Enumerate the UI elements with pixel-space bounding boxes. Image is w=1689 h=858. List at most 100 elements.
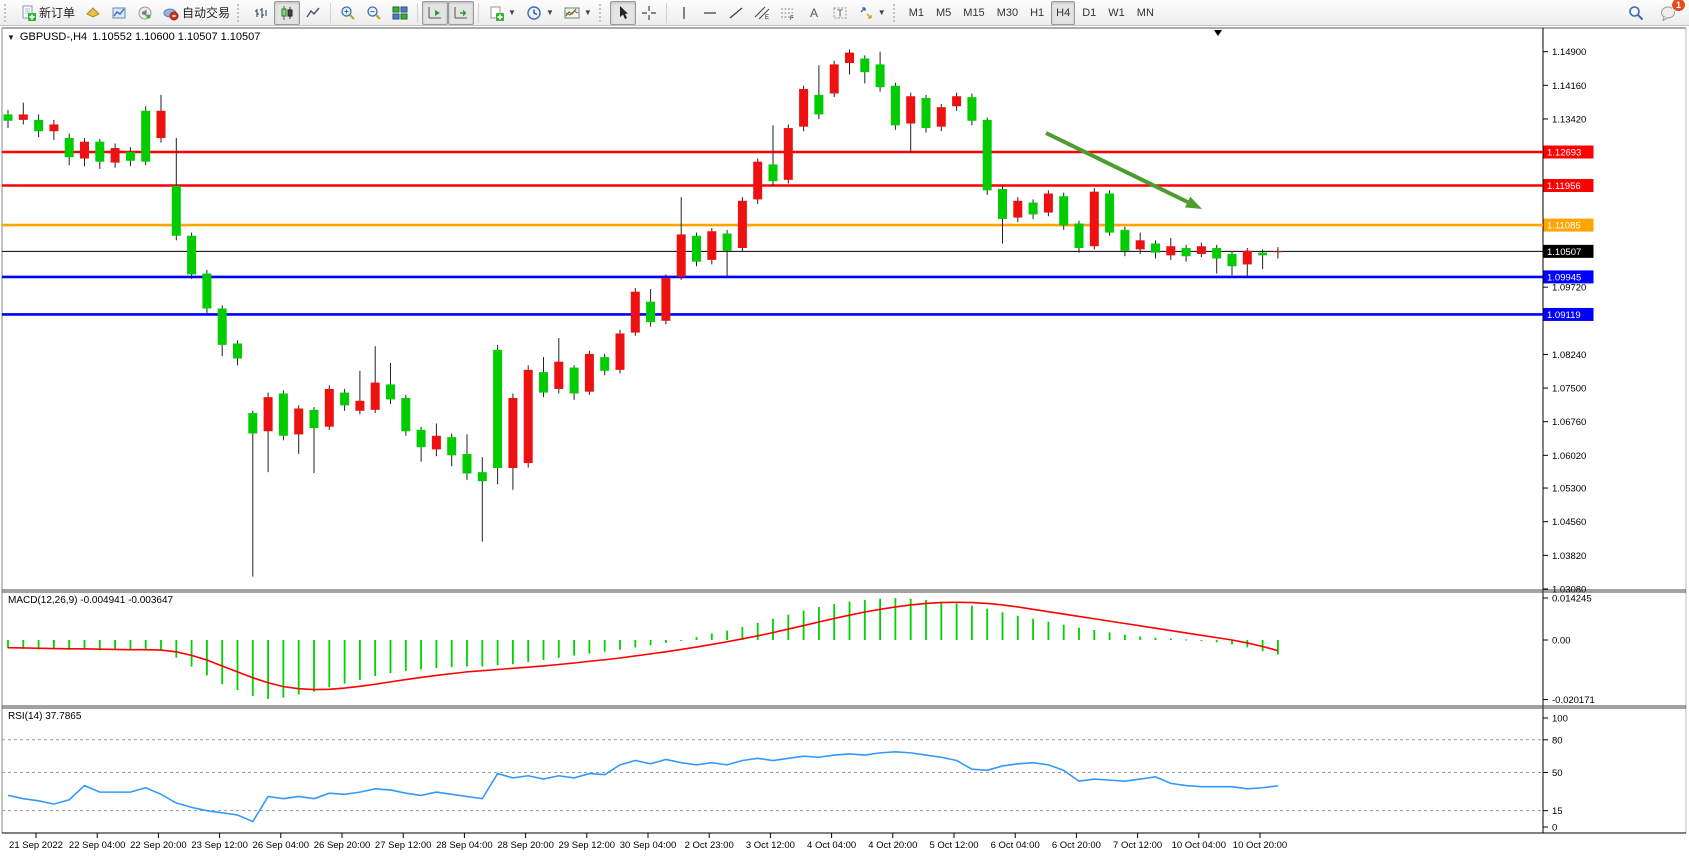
price-chart[interactable]: 1.149001.141601.134201.097201.082401.075… <box>0 26 1689 858</box>
auto-trading-button[interactable]: 自动交易 <box>158 1 235 25</box>
svg-text:2 Oct 23:00: 2 Oct 23:00 <box>685 840 734 851</box>
main-toolbar: 新订单 自动交易 <box>0 0 1689 26</box>
arrow-annotation <box>1046 133 1202 209</box>
rsi-indicator-label: RSI(14) 37.7865 <box>8 711 81 722</box>
svg-text:27 Sep 12:00: 27 Sep 12:00 <box>375 840 432 851</box>
svg-text:21 Sep 2022: 21 Sep 2022 <box>9 840 63 851</box>
chat-badge: 1 <box>1671 0 1686 12</box>
timeframe-m1-button[interactable]: M1 <box>904 1 929 25</box>
periodicity-button[interactable]: ▼ <box>521 1 559 25</box>
crosshair-button[interactable] <box>636 1 662 25</box>
text-icon: A <box>806 5 822 21</box>
timeframe-mn-button[interactable]: MN <box>1132 1 1159 25</box>
chart-shift-icon <box>453 5 469 21</box>
svg-text:1.14900: 1.14900 <box>1552 47 1586 58</box>
zoom-in-button[interactable] <box>335 1 361 25</box>
timeframe-h4-button[interactable]: H4 <box>1051 1 1075 25</box>
svg-text:10 Oct 20:00: 10 Oct 20:00 <box>1233 840 1287 851</box>
svg-text:1.09119: 1.09119 <box>1547 310 1581 321</box>
toolbar-handle[interactable] <box>599 4 606 22</box>
svg-text:1.14160: 1.14160 <box>1552 81 1586 92</box>
timeframe-d1-button[interactable]: D1 <box>1077 1 1101 25</box>
arrows-button[interactable]: ▼ <box>853 1 891 25</box>
svg-text:30 Sep 04:00: 30 Sep 04:00 <box>620 840 677 851</box>
svg-text:23 Sep 12:00: 23 Sep 12:00 <box>191 840 248 851</box>
svg-text:1.11085: 1.11085 <box>1547 221 1581 232</box>
time-axis: 21 Sep 2022 22 Sep 04:00 22 Sep 20:00 23 Se… <box>9 833 1287 851</box>
zoom-in-icon <box>340 5 356 21</box>
auto-trading-icon <box>163 5 179 21</box>
timeframe-group: M1M5M15M30H1H4D1W1MN <box>904 1 1159 25</box>
candlestick-chart-button[interactable] <box>274 1 300 25</box>
svg-text:A: A <box>810 6 818 20</box>
line-chart-button[interactable] <box>300 1 326 25</box>
toolbar-handle[interactable] <box>893 4 900 22</box>
trade-pool-button[interactable] <box>80 1 106 25</box>
new-chart-button[interactable]: ▼ <box>483 1 521 25</box>
clock-icon <box>526 5 542 21</box>
svg-text:6 Oct 04:00: 6 Oct 04:00 <box>991 840 1040 851</box>
svg-text:1.05300: 1.05300 <box>1552 484 1586 495</box>
timeframe-m15-button[interactable]: M15 <box>958 1 989 25</box>
chart-title[interactable]: ▼ GBPUSD-,H4 1.10552 1.10600 1.10507 1.1… <box>7 31 260 43</box>
timeframe-w1-button[interactable]: W1 <box>1103 1 1130 25</box>
scroll-end-marker <box>1214 30 1222 36</box>
cursor-button[interactable] <box>610 1 636 25</box>
svg-text:1.09720: 1.09720 <box>1552 283 1586 294</box>
text-button[interactable]: A <box>801 1 827 25</box>
templates-button[interactable]: ▼ <box>559 1 597 25</box>
svg-text:E: E <box>765 15 769 21</box>
rsi-layer: 1008050150 <box>2 714 1568 834</box>
timeframe-m30-button[interactable]: M30 <box>992 1 1023 25</box>
line-chart-icon <box>305 5 321 21</box>
symbol-dropdown-icon[interactable]: ▼ <box>7 33 15 42</box>
svg-text:22 Sep 20:00: 22 Sep 20:00 <box>130 840 187 851</box>
svg-text:80: 80 <box>1552 735 1563 746</box>
chevron-down-icon: ▼ <box>878 8 886 17</box>
candles-layer <box>4 49 1283 576</box>
chat-button[interactable]: 1 <box>1655 1 1681 25</box>
svg-text:15: 15 <box>1552 806 1563 817</box>
svg-text:28 Sep 04:00: 28 Sep 04:00 <box>436 840 493 851</box>
profiles-button[interactable] <box>106 1 132 25</box>
svg-text:100: 100 <box>1552 714 1568 725</box>
svg-text:1.04560: 1.04560 <box>1552 517 1586 528</box>
auto-trading-label: 自动交易 <box>182 4 230 21</box>
svg-text:22 Sep 04:00: 22 Sep 04:00 <box>69 840 126 851</box>
toolbar-handle[interactable] <box>237 4 244 22</box>
vertical-line-button[interactable] <box>671 1 697 25</box>
svg-text:10 Oct 04:00: 10 Oct 04:00 <box>1172 840 1226 851</box>
alerts-button[interactable] <box>132 1 158 25</box>
toolbar-handle[interactable] <box>4 4 11 22</box>
text-label-button[interactable]: T <box>827 1 853 25</box>
svg-text:1.12693: 1.12693 <box>1547 148 1581 159</box>
alerts-icon <box>137 5 153 21</box>
equidistant-channel-button[interactable]: E <box>749 1 775 25</box>
svg-text:4 Oct 20:00: 4 Oct 20:00 <box>868 840 917 851</box>
trendline-button[interactable] <box>723 1 749 25</box>
bar-chart-icon <box>253 5 269 21</box>
timeframe-h1-button[interactable]: H1 <box>1025 1 1049 25</box>
chart-window: 1.149001.141601.134201.097201.082401.075… <box>0 26 1689 858</box>
timeframe-m5-button[interactable]: M5 <box>931 1 956 25</box>
chevron-down-icon: ▼ <box>584 8 592 17</box>
new-order-button[interactable]: 新订单 <box>15 1 80 25</box>
bar-chart-button[interactable] <box>248 1 274 25</box>
tile-windows-button[interactable] <box>387 1 413 25</box>
svg-text:1.06760: 1.06760 <box>1552 417 1586 428</box>
svg-text:5 Oct 12:00: 5 Oct 12:00 <box>929 840 978 851</box>
chevron-down-icon: ▼ <box>546 8 554 17</box>
chart-shift-button[interactable] <box>448 1 474 25</box>
new-order-label: 新订单 <box>39 4 75 21</box>
zoom-out-button[interactable] <box>361 1 387 25</box>
quote-ohlc-label: 1.10552 1.10600 1.10507 1.10507 <box>92 31 260 43</box>
svg-text:3 Oct 12:00: 3 Oct 12:00 <box>746 840 795 851</box>
horizontal-line-icon <box>702 5 718 21</box>
search-button[interactable] <box>1623 1 1649 25</box>
svg-text:1.13420: 1.13420 <box>1552 114 1586 125</box>
cursor-icon <box>615 5 631 21</box>
fibonacci-button[interactable]: F <box>775 1 801 25</box>
svg-text:1.11956: 1.11956 <box>1547 181 1581 192</box>
auto-scroll-button[interactable] <box>422 1 448 25</box>
horizontal-line-button[interactable] <box>697 1 723 25</box>
